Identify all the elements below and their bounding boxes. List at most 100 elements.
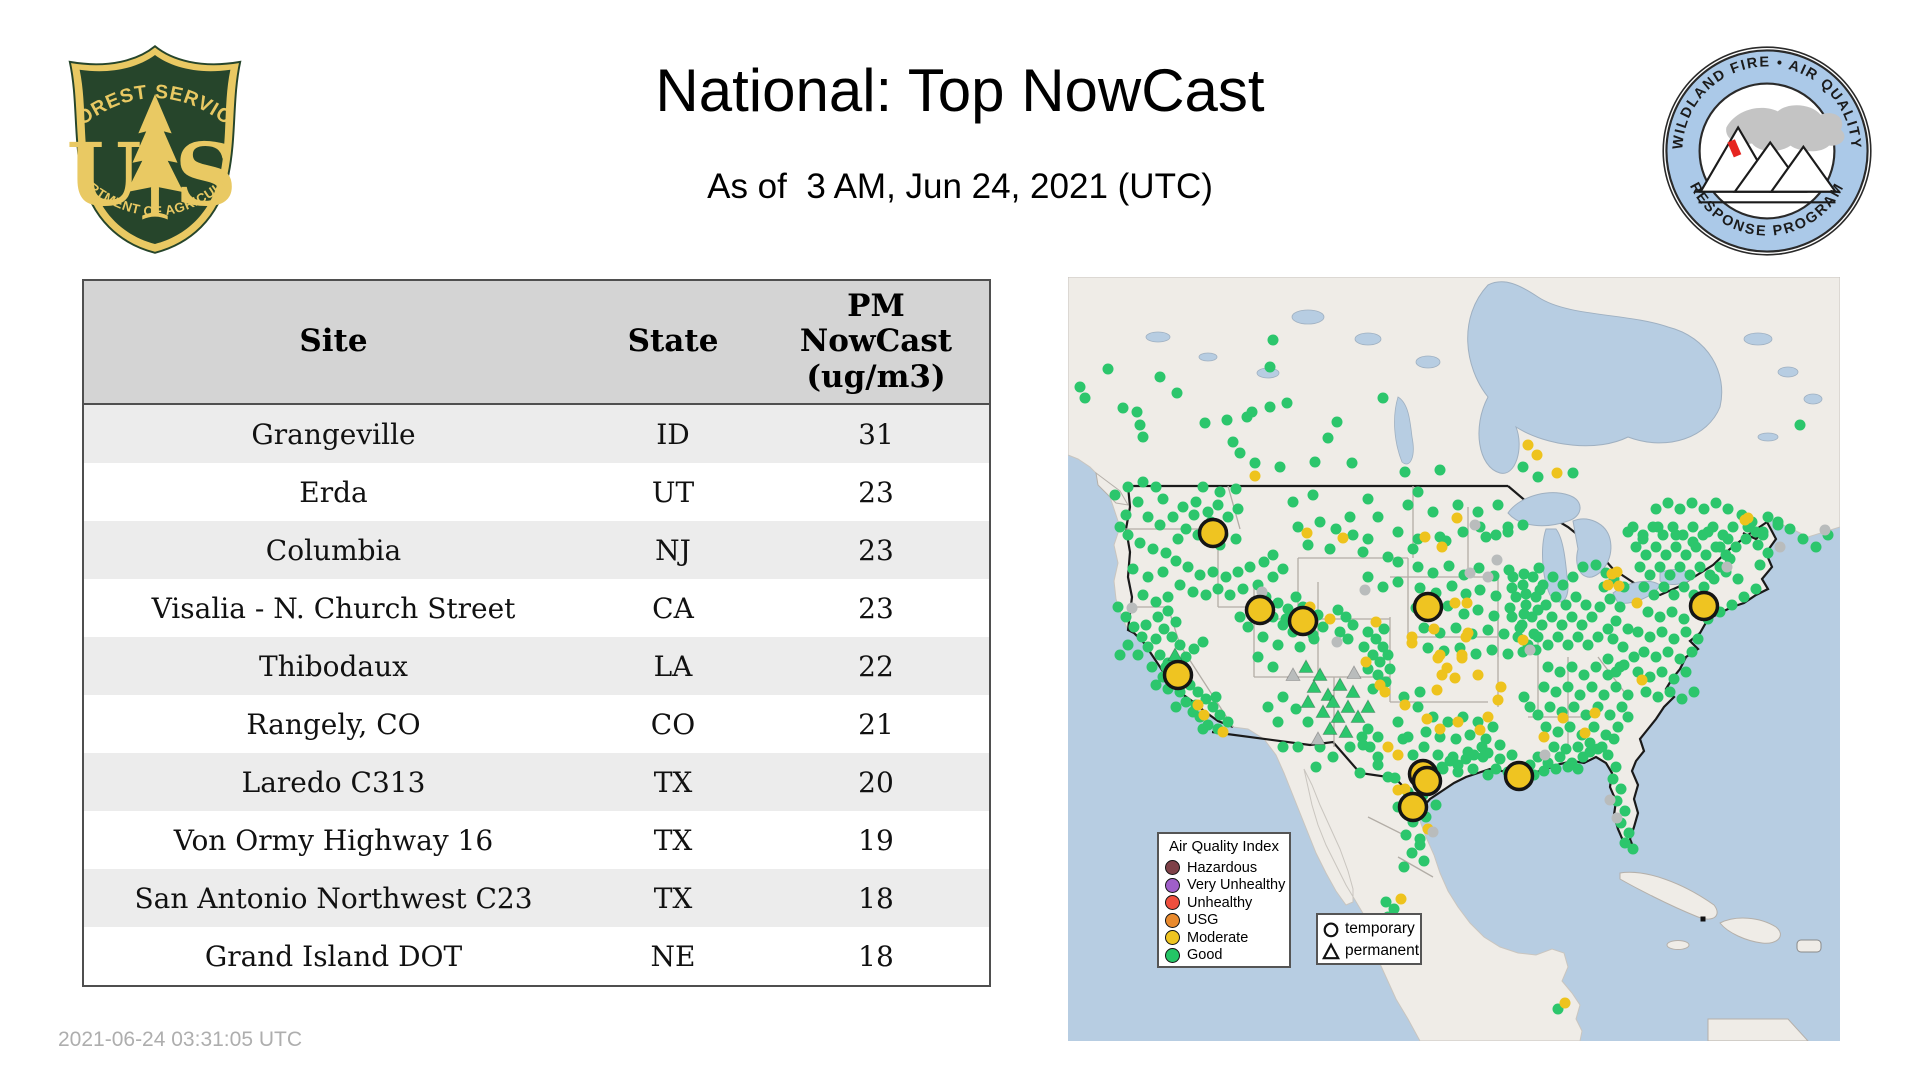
monitor-dot-good (1110, 490, 1121, 501)
monitor-dot-good (1541, 600, 1552, 611)
monitor-dot-good (1198, 482, 1209, 493)
monitor-dot-good (1363, 534, 1374, 545)
monitor-dot-good (1551, 592, 1562, 603)
monitor-dot-good (1618, 642, 1629, 653)
monitor-dot-nodata (1525, 645, 1536, 656)
top-site-ring (1200, 520, 1227, 547)
monitor-dot-good (1599, 690, 1610, 701)
monitor-dot-good (1115, 650, 1126, 661)
monitor-dot-good (1453, 500, 1464, 511)
monitor-dot-good (1624, 828, 1635, 839)
monitor-dot-good (1615, 662, 1626, 673)
monitor-dot-good (1519, 692, 1530, 703)
monitor-dot-good (1235, 448, 1246, 459)
monitor-dot-good (1543, 640, 1554, 651)
generated-timestamp: 2021-06-24 03:31:05 UTC (58, 1028, 302, 1052)
monitor-dot-moderate (1450, 598, 1461, 609)
monitor-dot-good (1635, 562, 1646, 573)
monitor-dot-good (1698, 530, 1709, 541)
monitor-dot-good (1741, 534, 1752, 545)
monitor-dot-good (1669, 674, 1680, 685)
monitor-dot-moderate (1552, 468, 1563, 479)
monitor-dot-good (1663, 647, 1674, 658)
monitor-dot-good (1363, 572, 1374, 583)
monitor-dot-nodata (1820, 525, 1831, 536)
monitor-dot-good (1665, 570, 1676, 581)
monitor-dot-good (1128, 564, 1139, 575)
monitor-dot-good (1571, 592, 1582, 603)
temporary-label: temporary (1345, 920, 1415, 938)
monitor-dot-good (1701, 550, 1712, 561)
site-cell: Thibodaux (83, 637, 583, 695)
value-cell: 23 (763, 579, 990, 637)
monitor-dot-moderate (1338, 533, 1349, 544)
monitor-dot-good (1591, 560, 1602, 571)
monitor-dot-good (1147, 662, 1158, 673)
site-cell: Columbia (83, 521, 583, 579)
monitor-dot-good (1591, 662, 1602, 673)
monitor-dot-good (1655, 562, 1666, 573)
aqi-legend-item: Unhealthy (1165, 894, 1283, 912)
aqi-legend-label: USG (1187, 912, 1218, 928)
monitor-dot-good (1603, 654, 1614, 665)
monitor-dot-good (1225, 590, 1236, 601)
monitor-dot-good (1373, 512, 1384, 523)
monitor-dot-good (1133, 650, 1144, 661)
monitor-dot-good (1155, 372, 1166, 383)
monitor-dot-good (1278, 564, 1289, 575)
monitor-dot-good (1358, 547, 1369, 558)
monitor-dot-good (1657, 627, 1668, 638)
monitor-dot-good (1763, 512, 1774, 523)
site-cell: Grand Island DOT (83, 927, 583, 986)
monitor-dot-good (1641, 687, 1652, 698)
aqi-map: Air Quality Index HazardousVery Unhealth… (1068, 277, 1840, 1041)
monitor-dot-good (1268, 335, 1279, 346)
top-site-ring (1247, 597, 1274, 624)
monitor-dot-good (1593, 632, 1604, 643)
monitor-dot-good (1565, 722, 1576, 733)
site-cell: Rangely, CO (83, 695, 583, 753)
col-header-pm: PM NowCast (ug/m3) (763, 280, 990, 404)
monitor-dot-good (1103, 364, 1114, 375)
monitor-dot-good (1567, 612, 1578, 623)
monitor-dot-good (1181, 697, 1192, 708)
monitor-dot-good (1245, 562, 1256, 573)
monitor-dot-good (1171, 702, 1182, 713)
monitor-dot-good (1393, 717, 1404, 728)
monitor-dot-good (1268, 550, 1279, 561)
monitor-dot-good (1123, 640, 1134, 651)
monitor-dot-good (1811, 542, 1822, 553)
monitor-dot-good (1265, 402, 1276, 413)
monitor-dot-good (1428, 568, 1439, 579)
monitor-dot-good (1609, 734, 1620, 745)
monitor-dot-good (1393, 557, 1404, 568)
monitor-dot-good (1211, 692, 1222, 703)
monitor-dot-good (1275, 462, 1286, 473)
monitor-dot-good (1688, 522, 1699, 533)
monitor-dot-good (1138, 477, 1149, 488)
value-cell: 19 (763, 811, 990, 869)
monitor-dot-good (1763, 548, 1774, 559)
monitor-dot-good (1587, 682, 1598, 693)
monitor-dot-good (1633, 627, 1644, 638)
monitor-dot-good (1113, 602, 1124, 613)
monitor-dot-moderate (1452, 513, 1463, 524)
monitor-dot-moderate (1218, 727, 1229, 738)
marker-type-legend: temporary permanent (1316, 913, 1422, 965)
monitor-dot-good (1468, 764, 1479, 775)
monitor-dot-good (1373, 752, 1384, 763)
monitor-dot-good (1603, 750, 1614, 761)
monitor-dot-good (1573, 764, 1584, 775)
map-puerto-rico (1797, 940, 1821, 952)
monitor-dot-good (1605, 710, 1616, 721)
monitor-dot-good (1561, 744, 1572, 755)
monitor-dot-good (1223, 717, 1234, 728)
monitor-dot-moderate (1462, 598, 1473, 609)
monitor-dot-moderate (1496, 682, 1507, 693)
monitor-dot-good (1649, 590, 1660, 601)
monitor-dot-good (1168, 512, 1179, 523)
monitor-dot-good (1451, 734, 1462, 745)
monitor-dot-good (1595, 602, 1606, 613)
monitor-dot-good (1758, 527, 1769, 538)
monitor-dot-good (1188, 587, 1199, 598)
